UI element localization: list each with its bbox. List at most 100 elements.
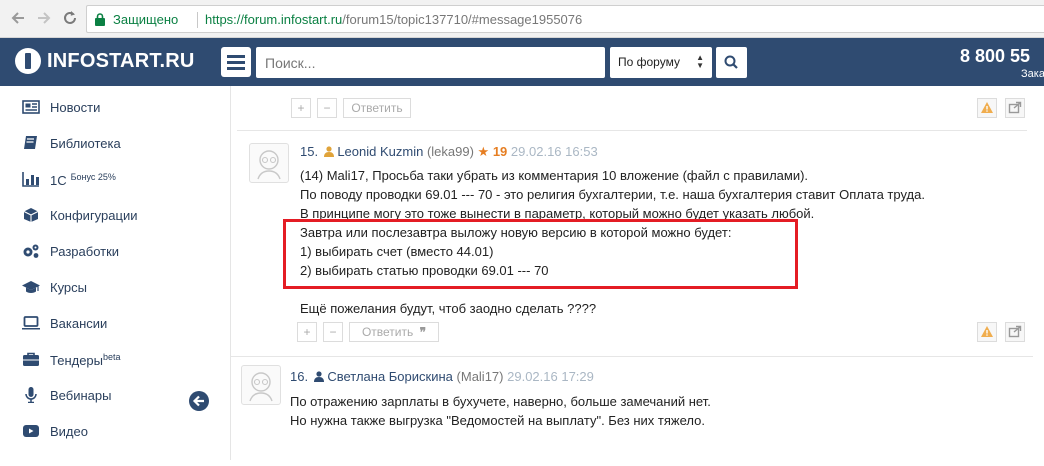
url-field[interactable]: Защищено https://forum.infostart.ru/foru…	[86, 5, 1044, 33]
comment-line: По отражению зарплаты в бухучете, наверн…	[290, 394, 711, 409]
url-host: forum.infostart.ru	[244, 12, 343, 27]
sidebar-item-courses[interactable]: Курсы	[0, 270, 230, 304]
logo-text[interactable]: INFOSTART.RU	[47, 50, 195, 73]
search-button[interactable]	[716, 47, 747, 78]
reply-button[interactable]: Ответить ❞	[349, 322, 439, 342]
warning-icon	[981, 326, 993, 337]
share-icon	[1008, 101, 1022, 114]
sidebar: Новости Библиотека 1С Бонус 25% Конфигура…	[0, 86, 230, 460]
sidebar-item-1c[interactable]: 1С Бонус 25%	[0, 162, 230, 196]
report-button[interactable]	[977, 322, 997, 342]
url-text: https://forum.infostart.ru/forum15/topic…	[205, 12, 582, 27]
comment-16: 16. Светлана Борискина (Mali17) 29.02.16…	[231, 356, 1033, 466]
search-input[interactable]	[256, 47, 605, 78]
report-button[interactable]	[977, 98, 997, 118]
reload-icon[interactable]	[60, 9, 80, 29]
sidebar-item-label: Конфигурации	[50, 208, 138, 223]
comment-date[interactable]: 29.02.16 17:29	[507, 369, 594, 384]
beta-badge: beta	[103, 352, 121, 362]
phone-number[interactable]: 8 800 55	[960, 46, 1030, 67]
arrow-left-circle-icon	[189, 391, 209, 411]
minus-button[interactable]: −	[323, 322, 343, 342]
sidebar-item-1c-text: 1С	[50, 173, 67, 188]
sidebar-item-library[interactable]: Библиотека	[0, 126, 230, 160]
url-path: /forum15/topic137710/#message1955076	[342, 12, 583, 27]
comment-date[interactable]: 29.02.16 16:53	[511, 144, 598, 159]
laptop-icon	[22, 316, 40, 330]
share-button[interactable]	[1005, 322, 1025, 342]
user-rating: 19	[492, 144, 508, 159]
share-button[interactable]	[1005, 98, 1025, 118]
share-icon	[1008, 325, 1022, 338]
user-icon	[313, 371, 324, 382]
back-arrow-icon[interactable]	[8, 9, 28, 29]
star-icon: ★	[477, 144, 490, 159]
browser-address-bar: Защищено https://forum.infostart.ru/foru…	[0, 0, 1044, 38]
secure-label: Защищено	[113, 12, 179, 27]
comment-author[interactable]: Leonid Kuzmin	[337, 144, 423, 159]
sidebar-item-video[interactable]: Видео	[0, 414, 230, 448]
search-scope-select[interactable]: По форуму ▲ ▼	[610, 47, 712, 78]
bonus-badge: Бонус 25%	[70, 172, 116, 182]
chart-icon	[22, 172, 39, 187]
sidebar-item-label: Видео	[50, 424, 88, 439]
sidebar-collapse-button[interactable]	[183, 385, 215, 417]
url-separator	[197, 12, 198, 28]
news-icon	[22, 100, 40, 114]
menu-icon[interactable]	[221, 47, 251, 77]
video-icon	[23, 425, 39, 437]
search-scope-value: По форуму	[618, 55, 680, 69]
comment-line: По поводу проводки 69.01 --- 70 - это ре…	[300, 187, 925, 202]
comment-header: 16. Светлана Борискина (Mali17) 29.02.16…	[290, 369, 594, 384]
sidebar-item-label: Тендерыbeta	[50, 352, 121, 368]
comment-login: (leka99)	[426, 144, 474, 159]
sidebar-item-tenders-text: Тендеры	[50, 353, 104, 368]
book-icon	[24, 136, 37, 149]
sidebar-item-label: Вакансии	[50, 316, 108, 331]
sidebar-item-news[interactable]: Новости	[0, 90, 230, 124]
search-icon	[724, 55, 738, 69]
sidebar-item-tenders[interactable]: Тендерыbeta	[0, 342, 230, 376]
avatar	[249, 143, 289, 183]
sidebar-item-label: Библиотека	[50, 136, 121, 151]
sort-arrows-icon: ▲ ▼	[696, 53, 704, 70]
cube-icon	[23, 208, 39, 222]
url-scheme: https://	[205, 12, 245, 27]
sidebar-item-label: Новости	[50, 100, 101, 115]
comment-login: (Mali17)	[456, 369, 504, 384]
sidebar-item-label: 1С Бонус 25%	[50, 172, 116, 188]
user-icon	[323, 146, 334, 157]
minus-button[interactable]: −	[317, 98, 337, 118]
plus-button[interactable]: +	[297, 322, 317, 342]
highlight-box	[283, 219, 798, 289]
sidebar-item-configurations[interactable]: Конфигурации	[0, 198, 230, 232]
sidebar-item-vacancies[interactable]: Вакансии	[0, 306, 230, 340]
warning-icon	[981, 102, 993, 113]
lock-icon	[95, 13, 105, 26]
comment-author[interactable]: Светлана Борискина	[327, 369, 453, 384]
site-header: INFOSTART.RU По форуму ▲▼ 8 800 55 Зака	[0, 38, 1044, 86]
comment-number[interactable]: 15.	[300, 144, 318, 159]
sidebar-item-label: Вебинары	[50, 388, 112, 403]
comment-header: 15. Leonid Kuzmin (leka99) ★ 19 29.02.16…	[300, 144, 598, 160]
sidebar-item-label: Курсы	[50, 280, 88, 295]
avatar	[241, 365, 281, 405]
logo-icon[interactable]	[15, 48, 41, 74]
default-avatar-icon	[249, 372, 273, 402]
microphone-icon	[25, 387, 37, 403]
sidebar-item-developments[interactable]: Разработки	[0, 234, 230, 268]
comment-text: По отражению зарплаты в бухучете, наверн…	[290, 392, 711, 430]
order-call-link[interactable]: Зака	[1021, 68, 1044, 80]
quote-icon: ❞	[419, 325, 427, 339]
graduation-cap-icon	[22, 281, 40, 293]
reply-label: Ответить	[361, 325, 414, 339]
briefcase-icon	[23, 352, 39, 366]
gears-icon	[23, 244, 39, 258]
comment-line: Но нужна также выгрузка "Ведомостей на в…	[290, 413, 705, 428]
plus-button[interactable]: +	[291, 98, 311, 118]
comment-line: (14) Mali17, Просьба таки убрать из комм…	[300, 168, 809, 183]
default-avatar-icon	[257, 150, 281, 180]
forward-arrow-icon[interactable]	[34, 9, 54, 29]
reply-button[interactable]: Ответить	[343, 98, 411, 118]
comment-number[interactable]: 16.	[290, 369, 308, 384]
